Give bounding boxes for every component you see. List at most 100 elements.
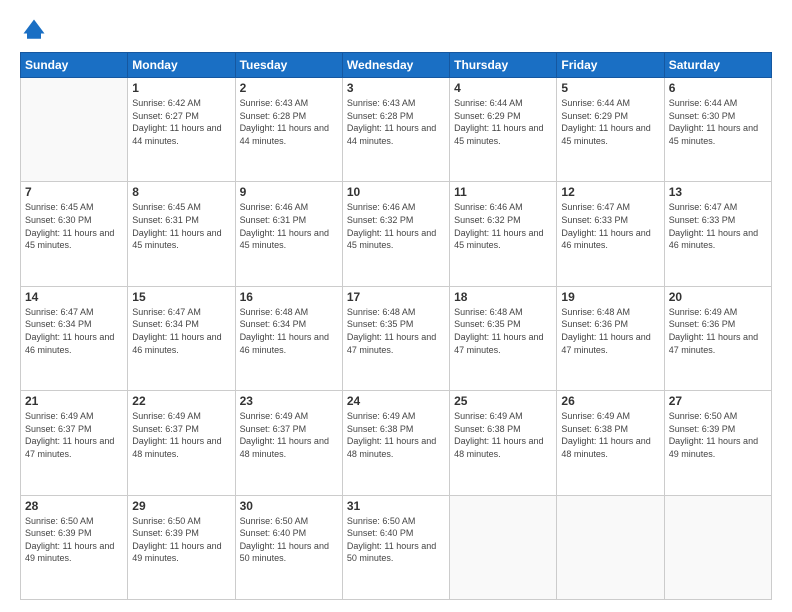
cell-details: Sunrise: 6:49 AM Sunset: 6:36 PM Dayligh…: [669, 306, 767, 356]
calendar-cell: 17Sunrise: 6:48 AM Sunset: 6:35 PM Dayli…: [342, 286, 449, 390]
day-number: 18: [454, 290, 552, 304]
calendar-cell: 13 Sunrise: 6:47 AM Sunset: 6:33 PM Dayli…: [664, 182, 771, 286]
cell-details: Sunrise: 6:46 AM Sunset: 6:31 PM Dayligh…: [240, 201, 338, 251]
calendar-cell: 28 Sunrise: 6:50 AM Sunset: 6:39 PM Dayli…: [21, 495, 128, 599]
page: SundayMondayTuesdayWednesdayThursdayFrid…: [0, 0, 792, 612]
calendar-cell: 19 Sunrise: 6:48 AM Sunset: 6:36 PM Dayli…: [557, 286, 664, 390]
day-number: 4: [454, 81, 552, 95]
day-number: 13: [669, 185, 767, 199]
day-number: 20: [669, 290, 767, 304]
day-number: 19: [561, 290, 659, 304]
calendar-day-header: Monday: [128, 53, 235, 78]
calendar-cell: 12Sunrise: 6:47 AM Sunset: 6:33 PM Dayli…: [557, 182, 664, 286]
day-number: 26: [561, 394, 659, 408]
cell-details: Sunrise: 6:50 AM Sunset: 6:39 PM Dayligh…: [132, 515, 230, 565]
cell-details: Sunrise: 6:42 AM Sunset: 6:27 PM Dayligh…: [132, 97, 230, 147]
cell-details: Sunrise: 6:50 AM Sunset: 6:40 PM Dayligh…: [347, 515, 445, 565]
calendar-cell: 18 Sunrise: 6:48 AM Sunset: 6:35 PM Dayli…: [450, 286, 557, 390]
calendar-cell: 31 Sunrise: 6:50 AM Sunset: 6:40 PM Dayli…: [342, 495, 449, 599]
day-number: 2: [240, 81, 338, 95]
cell-details: Sunrise: 6:49 AM Sunset: 6:38 PM Dayligh…: [454, 410, 552, 460]
calendar-cell: 2 Sunrise: 6:43 AM Sunset: 6:28 PM Daylig…: [235, 78, 342, 182]
day-number: 14: [25, 290, 123, 304]
day-number: 16: [240, 290, 338, 304]
day-number: 3: [347, 81, 445, 95]
calendar-week-row: 21 Sunrise: 6:49 AM Sunset: 6:37 PM Dayli…: [21, 391, 772, 495]
calendar-day-header: Wednesday: [342, 53, 449, 78]
day-number: 30: [240, 499, 338, 513]
day-number: 27: [669, 394, 767, 408]
cell-details: Sunrise: 6:44 AM Sunset: 6:29 PM Dayligh…: [561, 97, 659, 147]
calendar-week-row: 28 Sunrise: 6:50 AM Sunset: 6:39 PM Dayli…: [21, 495, 772, 599]
day-number: 10: [347, 185, 445, 199]
calendar-cell: 5Sunrise: 6:44 AM Sunset: 6:29 PM Daylig…: [557, 78, 664, 182]
calendar-cell: [450, 495, 557, 599]
calendar-header-row: SundayMondayTuesdayWednesdayThursdayFrid…: [21, 53, 772, 78]
calendar-cell: 14 Sunrise: 6:47 AM Sunset: 6:34 PM Dayli…: [21, 286, 128, 390]
calendar-cell: 20 Sunrise: 6:49 AM Sunset: 6:36 PM Dayli…: [664, 286, 771, 390]
cell-details: Sunrise: 6:47 AM Sunset: 6:34 PM Dayligh…: [132, 306, 230, 356]
cell-details: Sunrise: 6:48 AM Sunset: 6:36 PM Dayligh…: [561, 306, 659, 356]
day-number: 1: [132, 81, 230, 95]
logo-icon: [20, 16, 48, 44]
cell-details: Sunrise: 6:48 AM Sunset: 6:35 PM Dayligh…: [454, 306, 552, 356]
cell-details: Sunrise: 6:44 AM Sunset: 6:30 PM Dayligh…: [669, 97, 767, 147]
day-number: 9: [240, 185, 338, 199]
cell-details: Sunrise: 6:49 AM Sunset: 6:37 PM Dayligh…: [132, 410, 230, 460]
day-number: 6: [669, 81, 767, 95]
cell-details: Sunrise: 6:49 AM Sunset: 6:38 PM Dayligh…: [347, 410, 445, 460]
calendar-cell: 16 Sunrise: 6:48 AM Sunset: 6:34 PM Dayli…: [235, 286, 342, 390]
day-number: 28: [25, 499, 123, 513]
calendar-cell: 22 Sunrise: 6:49 AM Sunset: 6:37 PM Dayli…: [128, 391, 235, 495]
day-number: 23: [240, 394, 338, 408]
calendar-cell: 9 Sunrise: 6:46 AM Sunset: 6:31 PM Daylig…: [235, 182, 342, 286]
logo: [20, 16, 52, 44]
calendar-table: SundayMondayTuesdayWednesdayThursdayFrid…: [20, 52, 772, 600]
cell-details: Sunrise: 6:43 AM Sunset: 6:28 PM Dayligh…: [240, 97, 338, 147]
day-number: 31: [347, 499, 445, 513]
calendar-day-header: Friday: [557, 53, 664, 78]
calendar-cell: 26Sunrise: 6:49 AM Sunset: 6:38 PM Dayli…: [557, 391, 664, 495]
calendar-cell: 10 Sunrise: 6:46 AM Sunset: 6:32 PM Dayli…: [342, 182, 449, 286]
cell-details: Sunrise: 6:48 AM Sunset: 6:34 PM Dayligh…: [240, 306, 338, 356]
calendar-cell: 7Sunrise: 6:45 AM Sunset: 6:30 PM Daylig…: [21, 182, 128, 286]
calendar-cell: 21 Sunrise: 6:49 AM Sunset: 6:37 PM Dayli…: [21, 391, 128, 495]
day-number: 21: [25, 394, 123, 408]
calendar-day-header: Saturday: [664, 53, 771, 78]
calendar-cell: [664, 495, 771, 599]
cell-details: Sunrise: 6:47 AM Sunset: 6:33 PM Dayligh…: [669, 201, 767, 251]
calendar-cell: 8Sunrise: 6:45 AM Sunset: 6:31 PM Daylig…: [128, 182, 235, 286]
calendar-day-header: Tuesday: [235, 53, 342, 78]
calendar-cell: 27 Sunrise: 6:50 AM Sunset: 6:39 PM Dayli…: [664, 391, 771, 495]
calendar-cell: 30 Sunrise: 6:50 AM Sunset: 6:40 PM Dayli…: [235, 495, 342, 599]
calendar-cell: 11Sunrise: 6:46 AM Sunset: 6:32 PM Dayli…: [450, 182, 557, 286]
cell-details: Sunrise: 6:50 AM Sunset: 6:40 PM Dayligh…: [240, 515, 338, 565]
cell-details: Sunrise: 6:47 AM Sunset: 6:34 PM Dayligh…: [25, 306, 123, 356]
calendar-cell: 29 Sunrise: 6:50 AM Sunset: 6:39 PM Dayli…: [128, 495, 235, 599]
cell-details: Sunrise: 6:50 AM Sunset: 6:39 PM Dayligh…: [25, 515, 123, 565]
day-number: 15: [132, 290, 230, 304]
cell-details: Sunrise: 6:47 AM Sunset: 6:33 PM Dayligh…: [561, 201, 659, 251]
cell-details: Sunrise: 6:49 AM Sunset: 6:37 PM Dayligh…: [240, 410, 338, 460]
calendar-day-header: Thursday: [450, 53, 557, 78]
cell-details: Sunrise: 6:49 AM Sunset: 6:37 PM Dayligh…: [25, 410, 123, 460]
day-number: 22: [132, 394, 230, 408]
calendar-cell: 3Sunrise: 6:43 AM Sunset: 6:28 PM Daylig…: [342, 78, 449, 182]
day-number: 8: [132, 185, 230, 199]
calendar-cell: 24 Sunrise: 6:49 AM Sunset: 6:38 PM Dayli…: [342, 391, 449, 495]
calendar-cell: [21, 78, 128, 182]
calendar-cell: 15 Sunrise: 6:47 AM Sunset: 6:34 PM Dayli…: [128, 286, 235, 390]
calendar-cell: [557, 495, 664, 599]
day-number: 24: [347, 394, 445, 408]
calendar-week-row: 1 Sunrise: 6:42 AM Sunset: 6:27 PM Daylig…: [21, 78, 772, 182]
cell-details: Sunrise: 6:44 AM Sunset: 6:29 PM Dayligh…: [454, 97, 552, 147]
header: [20, 16, 772, 44]
day-number: 25: [454, 394, 552, 408]
cell-details: Sunrise: 6:48 AM Sunset: 6:35 PM Dayligh…: [347, 306, 445, 356]
day-number: 29: [132, 499, 230, 513]
cell-details: Sunrise: 6:46 AM Sunset: 6:32 PM Dayligh…: [347, 201, 445, 251]
calendar-cell: 25 Sunrise: 6:49 AM Sunset: 6:38 PM Dayli…: [450, 391, 557, 495]
cell-details: Sunrise: 6:50 AM Sunset: 6:39 PM Dayligh…: [669, 410, 767, 460]
cell-details: Sunrise: 6:45 AM Sunset: 6:30 PM Dayligh…: [25, 201, 123, 251]
calendar-cell: 1 Sunrise: 6:42 AM Sunset: 6:27 PM Daylig…: [128, 78, 235, 182]
